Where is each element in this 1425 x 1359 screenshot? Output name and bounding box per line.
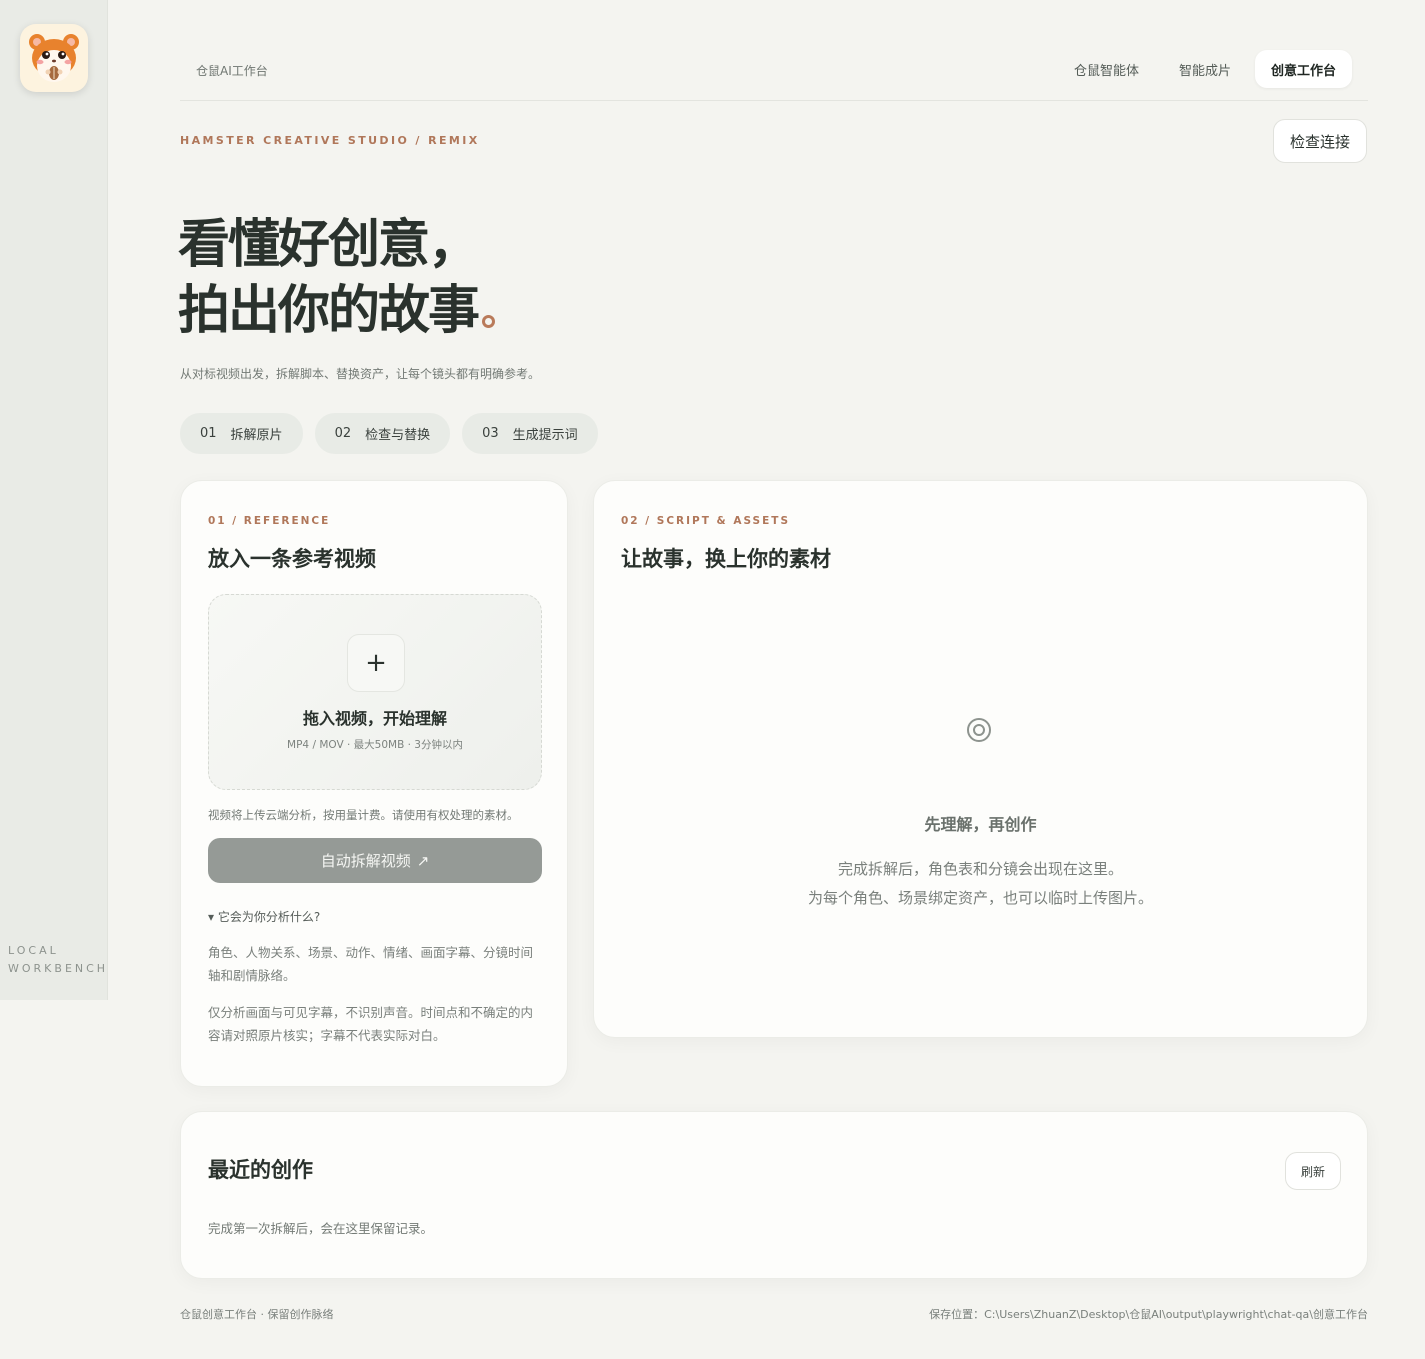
footer-left: 仓鼠创意工作台 · 保留创作脉络 <box>180 1308 334 1321</box>
empty-state-title: 先理解，再创作 <box>924 815 1037 834</box>
recent-empty-text: 完成第一次拆解后，会在这里保留记录。 <box>208 1221 434 1236</box>
workbench-label-line1: LOCAL <box>8 944 59 957</box>
step-number: 03 <box>482 426 499 441</box>
hero-line-2-text: 拍出你的故事 <box>178 281 480 341</box>
hamster-logo-svg <box>29 34 79 82</box>
recent-title: 最近的创作 <box>208 1158 313 1182</box>
hero-line-1: 看懂好创意， <box>178 215 480 275</box>
footer-save-path: 保存位置：C:\Users\ZhuanZ\Desktop\仓鼠AI\output… <box>929 1308 1368 1321</box>
reference-eyebrow: 01 / REFERENCE <box>208 515 331 527</box>
step-number: 02 <box>334 426 352 441</box>
reference-card: 01 / REFERENCE 放入一条参考视频 + 拖入视频，开始理解 MP4 … <box>180 480 568 1087</box>
step-label: 生成提示词 <box>512 428 578 443</box>
top-nav: 仓鼠智能体 智能成片 创意工作台 <box>1058 50 1352 88</box>
refresh-button[interactable]: 刷新 <box>1285 1152 1341 1190</box>
hero-title: 看懂好创意， 拍出你的故事 <box>178 212 496 344</box>
hero-dot-icon <box>482 315 496 328</box>
arrow-up-right-icon: ↗ <box>416 851 430 870</box>
step-generate-prompt[interactable]: 03 生成提示词 <box>462 413 598 454</box>
analysis-scope-text: 角色、人物关系、场景、动作、情绪、画面字幕、分镜时间轴和剧情脉络。 <box>208 945 534 983</box>
step-review-replace[interactable]: 02 检查与替换 <box>314 413 451 454</box>
nav-item-smart-video[interactable]: 智能成片 <box>1163 50 1247 88</box>
hamster-mascot-icon[interactable] <box>20 24 88 92</box>
recent-creations-card: 最近的创作 刷新 完成第一次拆解后，会在这里保留记录。 <box>180 1111 1368 1279</box>
step-label: 检查与替换 <box>365 428 431 443</box>
reference-title: 放入一条参考视频 <box>208 547 376 571</box>
step-number: 01 <box>200 426 217 441</box>
analysis-limit-text: 仅分析画面与可见字幕，不识别声音。时间点和不确定的内容请对照原片核实；字幕不代表… <box>208 1005 534 1043</box>
brand-title: 仓鼠AI工作台 <box>196 64 268 78</box>
top-bar: 仓鼠AI工作台 仓鼠智能体 智能成片 创意工作台 <box>180 40 1368 101</box>
empty-state-description: 完成拆解后，角色表和分镜会出现在这里。 为每个角色、场景绑定资产，也可以临时上传… <box>594 855 1367 913</box>
page-subtitle: 从对标视频出发，拆解脚本、替换资产，让每个镜头都有明确参考。 <box>180 367 541 381</box>
workbench-label: LOCAL WORKBENCH <box>8 942 108 978</box>
page-eyebrow: HAMSTER CREATIVE STUDIO / REMIX <box>180 134 480 147</box>
check-connection-button[interactable]: 检查连接 <box>1273 119 1367 163</box>
sidebar: LOCAL WORKBENCH <box>0 0 108 1000</box>
dropzone-title: 拖入视频，开始理解 <box>302 709 447 728</box>
video-dropzone[interactable]: + 拖入视频，开始理解 MP4 / MOV · 最大50MB · 3分钟以内 <box>208 594 542 790</box>
empty-state-line-1: 完成拆解后，角色表和分镜会出现在这里。 <box>837 860 1123 878</box>
empty-state-line-2: 为每个角色、场景绑定资产，也可以临时上传图片。 <box>807 889 1153 907</box>
target-icon <box>967 718 991 742</box>
auto-analyze-label: 自动拆解视频 <box>320 852 411 870</box>
analysis-details-toggle[interactable]: ▾ 它会为你分析什么? <box>208 908 320 925</box>
nav-item-agent[interactable]: 仓鼠智能体 <box>1058 50 1155 88</box>
workflow-steps: 01 拆解原片 02 检查与替换 03 生成提示词 <box>180 413 598 454</box>
nav-item-creative-studio[interactable]: 创意工作台 <box>1254 50 1352 88</box>
dropzone-hint: MP4 / MOV · 最大50MB · 3分钟以内 <box>287 739 463 751</box>
step-decompose[interactable]: 01 拆解原片 <box>180 413 303 454</box>
workbench-label-line2: WORKBENCH <box>8 962 109 975</box>
hero-line-2: 拍出你的故事 <box>178 278 496 344</box>
plus-icon[interactable]: + <box>347 634 405 692</box>
script-title: 让故事，换上你的素材 <box>621 547 831 571</box>
auto-analyze-button[interactable]: 自动拆解视频 ↗ <box>208 838 542 883</box>
script-assets-card: 02 / SCRIPT & ASSETS 让故事，换上你的素材 先理解，再创作 … <box>593 480 1368 1038</box>
upload-note: 视频将上传云端分析，按用量计费。请使用有权处理的素材。 <box>208 808 519 822</box>
step-label: 拆解原片 <box>230 428 283 443</box>
script-eyebrow: 02 / SCRIPT & ASSETS <box>621 515 791 527</box>
